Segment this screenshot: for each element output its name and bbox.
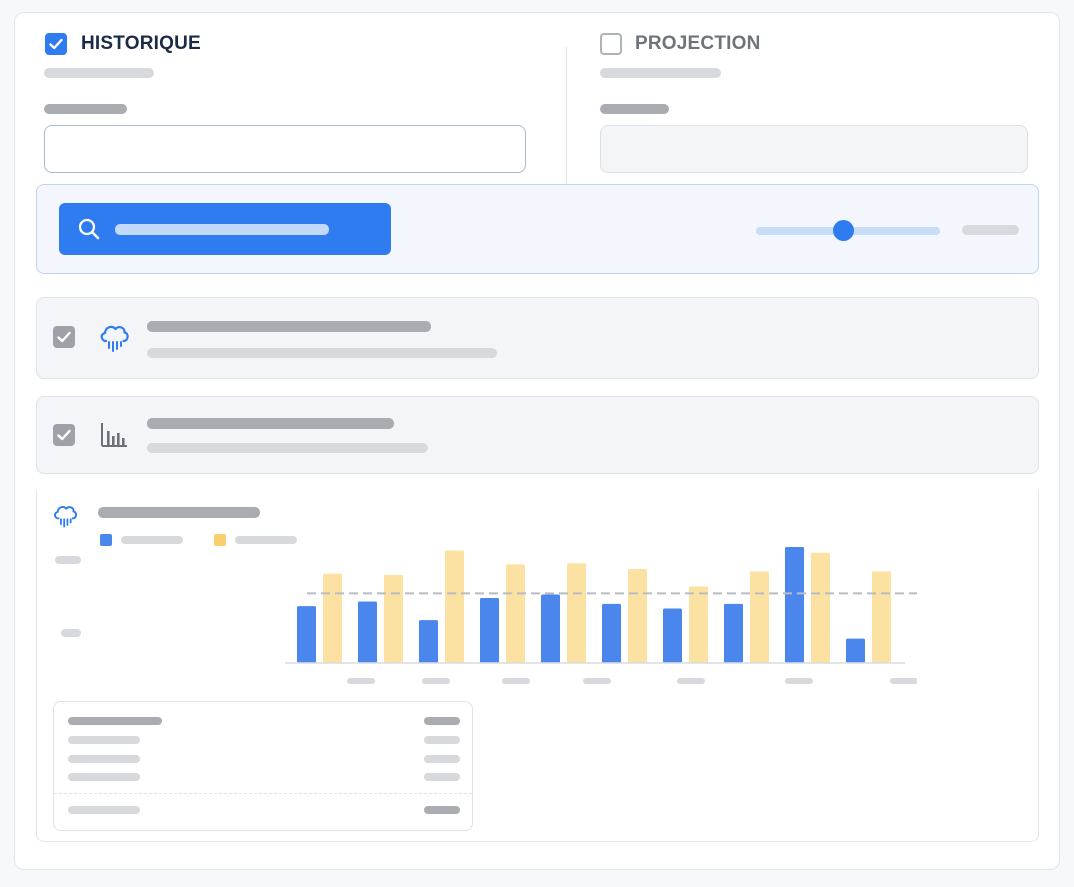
bar-series-b <box>445 550 464 663</box>
slider-thumb[interactable] <box>833 220 854 241</box>
bar-series-a <box>846 638 865 663</box>
statistics-box <box>53 701 473 831</box>
slider-value <box>962 225 1019 235</box>
bar-series-b <box>506 564 525 663</box>
bar-series-b <box>384 574 403 663</box>
layer-row-bar-chart[interactable] <box>36 396 1039 474</box>
historique-checkbox[interactable] <box>45 33 67 55</box>
legend-swatch-series-a <box>100 534 112 546</box>
bar-chart <box>285 547 917 684</box>
search-button[interactable] <box>59 203 391 255</box>
stat-total-value <box>424 806 460 814</box>
historique-input[interactable] <box>44 125 526 173</box>
bar-series-b <box>872 571 891 663</box>
x-tick-label <box>347 678 375 684</box>
bar-series-a <box>541 594 560 663</box>
stat-label <box>68 755 140 763</box>
x-tick-label <box>890 678 917 684</box>
y-tick-label <box>55 556 81 564</box>
bar-series-b <box>811 552 830 663</box>
bar-series-b <box>750 571 769 663</box>
bar-series-b <box>323 573 342 663</box>
y-tick-label <box>61 629 81 637</box>
projection-checkbox[interactable] <box>600 33 622 55</box>
search-icon <box>78 218 100 240</box>
layer-checkbox-bar-chart[interactable] <box>53 424 75 446</box>
x-tick-label <box>583 678 611 684</box>
cloud-rain-icon <box>100 325 129 352</box>
stat-value <box>424 755 460 763</box>
cloud-rain-icon <box>54 506 77 528</box>
x-tick-label <box>785 678 813 684</box>
stat-header-value <box>424 717 460 725</box>
stat-label <box>68 773 140 781</box>
bar-series-a <box>297 606 316 663</box>
search-button-label <box>115 224 329 235</box>
bar-series-b <box>689 586 708 663</box>
historique-label[interactable]: HISTORIQUE <box>81 33 201 55</box>
bar-series-a <box>663 608 682 663</box>
bar-chart-icon <box>101 423 127 447</box>
bar-series-a <box>358 601 377 663</box>
stat-divider <box>54 793 472 794</box>
bar-series-a <box>785 547 804 663</box>
mode-divider <box>566 47 567 197</box>
projection-description <box>600 68 721 78</box>
check-icon <box>49 38 63 50</box>
bar-series-a <box>480 598 499 663</box>
stat-value <box>424 736 460 744</box>
bar-series-b <box>567 563 586 663</box>
check-icon <box>57 331 71 343</box>
bar-series-a <box>724 603 743 663</box>
x-tick-label <box>677 678 705 684</box>
projection-field-label <box>600 104 669 114</box>
bar-series-b <box>628 569 647 663</box>
x-tick-label <box>422 678 450 684</box>
stat-label <box>68 736 140 744</box>
historique-field-label <box>44 104 127 114</box>
legend-label-series-a <box>121 536 183 544</box>
stat-value <box>424 773 460 781</box>
layer-title-bar-chart <box>147 418 394 429</box>
check-icon <box>57 429 71 441</box>
legend-swatch-series-b <box>214 534 226 546</box>
layer-checkbox-precipitation[interactable] <box>53 326 75 348</box>
chart-panel <box>36 490 1039 842</box>
x-tick-label <box>502 678 530 684</box>
layer-row-precipitation[interactable] <box>36 297 1039 379</box>
historique-description <box>44 68 154 78</box>
layer-subtitle-bar-chart <box>147 443 428 453</box>
stat-total-label <box>68 806 140 814</box>
layer-subtitle-precipitation <box>147 348 497 358</box>
layer-title-precipitation <box>147 321 431 332</box>
chart-title <box>98 507 260 518</box>
bar-series-a <box>602 603 621 663</box>
stat-header-label <box>68 717 162 725</box>
projection-input[interactable] <box>600 125 1028 173</box>
projection-label[interactable]: PROJECTION <box>635 33 761 55</box>
bar-series-a <box>419 620 438 663</box>
search-panel <box>36 184 1039 274</box>
